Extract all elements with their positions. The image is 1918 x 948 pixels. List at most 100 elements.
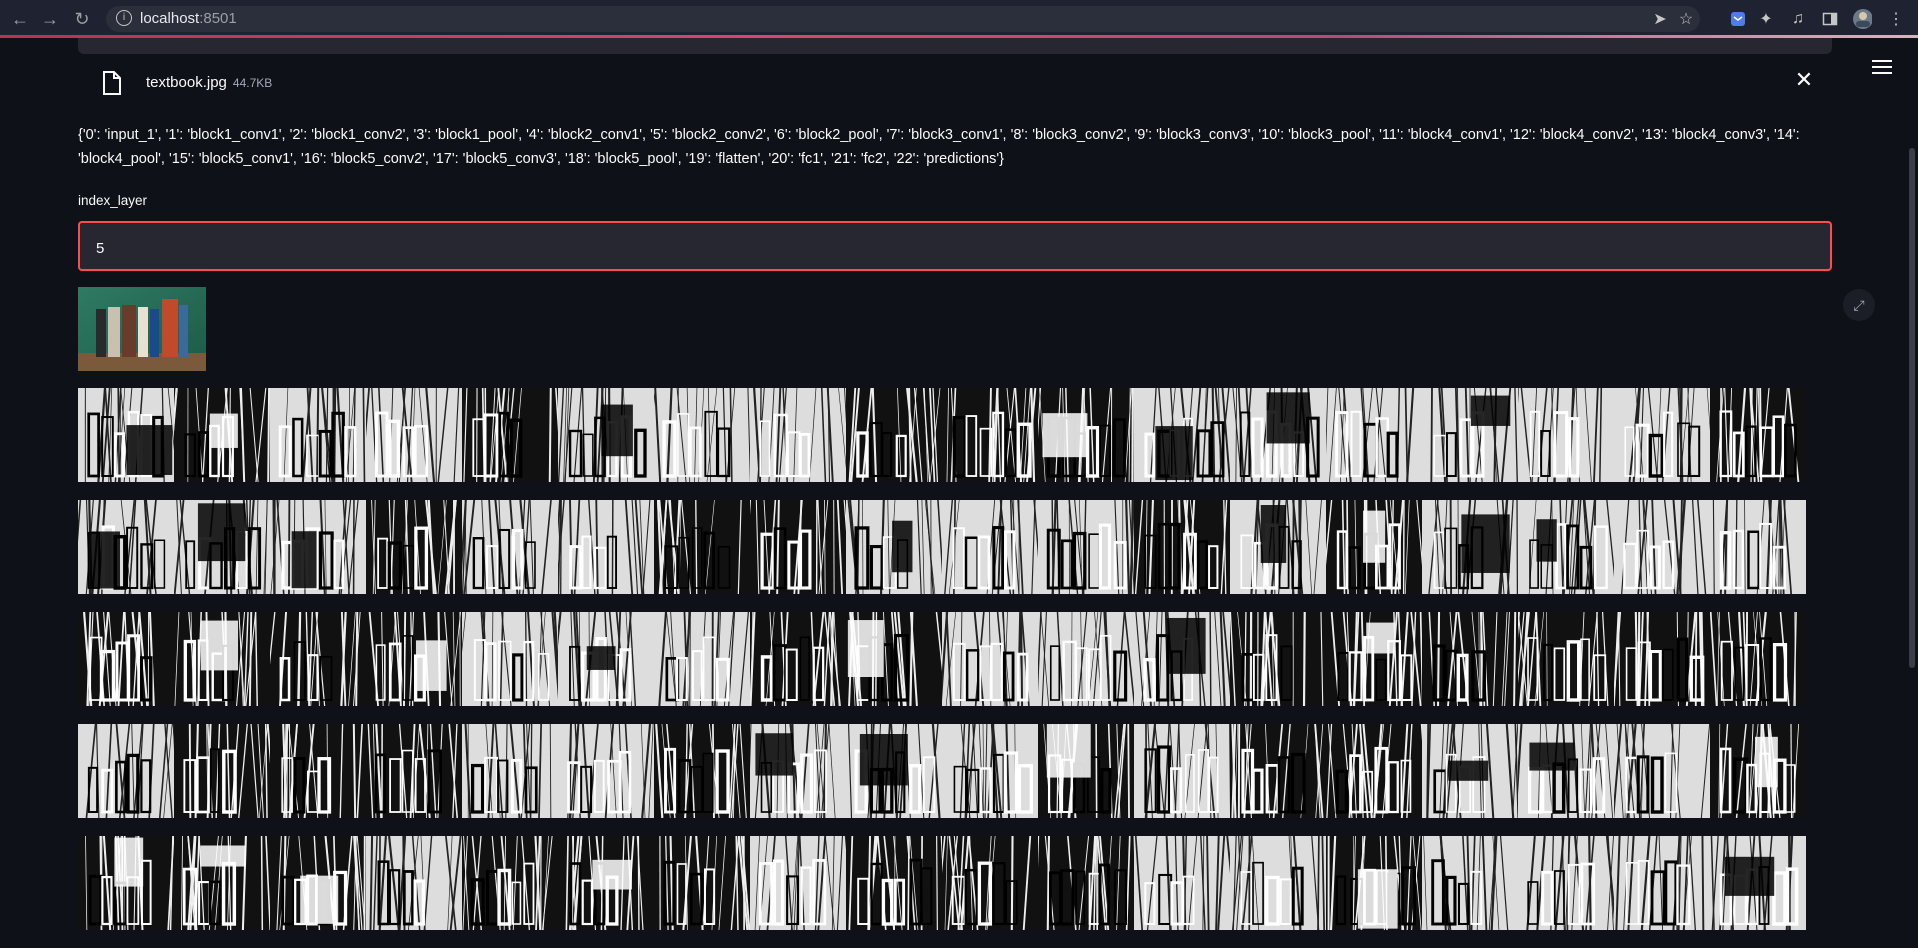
feature-map-cell: [558, 612, 654, 706]
feature-map-cell: [750, 724, 846, 818]
feature-map-cell: [1134, 500, 1230, 594]
profile-avatar[interactable]: [1852, 9, 1872, 29]
feature-map-cell: [1038, 836, 1134, 930]
feature-map-cell: [1614, 612, 1710, 706]
feature-map-cell: [78, 836, 174, 930]
feature-map-cell: [1326, 612, 1422, 706]
feature-map-cell: [1422, 388, 1518, 482]
feature-map-cell: [942, 612, 1038, 706]
feature-map-cell: [1230, 388, 1326, 482]
index-layer-input[interactable]: [94, 235, 1798, 261]
feature-map-cell: [462, 836, 558, 930]
feature-map-cell: [174, 724, 270, 818]
back-icon[interactable]: ←: [10, 9, 30, 29]
feature-map-cell: [78, 724, 174, 818]
main-menu-icon[interactable]: [1872, 60, 1892, 76]
layers-dict-text: {'0': 'input_1', '1': 'block1_conv1', '2…: [78, 123, 1838, 171]
feature-map-cell: [1134, 612, 1230, 706]
feature-map-cell: [846, 388, 942, 482]
feature-map-cell: [654, 724, 750, 818]
feature-map-cell: [558, 836, 654, 930]
feature-map-row: [78, 500, 1806, 594]
feature-map-cell: [1614, 724, 1710, 818]
feature-map-cell: [846, 612, 942, 706]
feature-map-cell: [1230, 836, 1326, 930]
feature-map-cell: [174, 612, 270, 706]
kebab-menu-icon[interactable]: ⋮: [1886, 9, 1906, 29]
feature-map-cell: [1422, 500, 1518, 594]
file-icon: [102, 71, 122, 95]
feature-map-cell: [750, 836, 846, 930]
feature-map-cell: [942, 500, 1038, 594]
extension-shield-icon[interactable]: [1728, 9, 1748, 29]
file-size: 44.7KB: [233, 76, 272, 90]
feature-map-cell: [558, 724, 654, 818]
site-info-icon[interactable]: i: [116, 10, 132, 26]
file-name: textbook.jpg44.7KB: [146, 74, 272, 91]
feature-map-cell: [462, 388, 558, 482]
feature-map-cell: [654, 836, 750, 930]
feature-map-cell: [1230, 500, 1326, 594]
feature-map-cell: [462, 612, 558, 706]
dropzone-strip: [78, 38, 1832, 54]
feature-map-cell: [1038, 500, 1134, 594]
feature-map-cell: [654, 500, 750, 594]
feature-map-cell: [78, 612, 174, 706]
feature-map-cell: [366, 612, 462, 706]
feature-map-cell: [1230, 724, 1326, 818]
feature-map-cell: [78, 500, 174, 594]
forward-icon[interactable]: →: [40, 9, 60, 29]
feature-map-cell: [174, 388, 270, 482]
feature-map-grid: [78, 388, 1806, 948]
feature-map-cell: [558, 500, 654, 594]
feature-map-cell: [1710, 836, 1806, 930]
feature-map-cell: [942, 388, 1038, 482]
feature-map-cell: [1710, 724, 1806, 818]
feature-map-cell: [1038, 388, 1134, 482]
remove-file-button[interactable]: ✕: [1793, 70, 1815, 92]
feature-map-cell: [846, 836, 942, 930]
feature-map-cell: [1038, 612, 1134, 706]
feature-map-cell: [1614, 836, 1710, 930]
bookmark-star-icon[interactable]: ☆: [1676, 9, 1696, 29]
feature-map-cell: [1326, 836, 1422, 930]
feature-map-cell: [1326, 388, 1422, 482]
feature-map-cell: [462, 500, 558, 594]
feature-map-cell: [1038, 724, 1134, 818]
feature-map-cell: [750, 612, 846, 706]
feature-map-row: [78, 724, 1806, 818]
feature-map-cell: [1518, 724, 1614, 818]
feature-map-cell: [366, 500, 462, 594]
address-bar[interactable]: i localhost:8501 ➤ ☆: [106, 6, 1700, 32]
index-layer-input-box[interactable]: [78, 221, 1832, 271]
feature-map-cell: [1230, 612, 1326, 706]
feature-map-cell: [462, 724, 558, 818]
scrollbar-thumb[interactable]: [1909, 148, 1915, 668]
feature-map-cell: [846, 724, 942, 818]
feature-map-cell: [558, 388, 654, 482]
scrollbar[interactable]: [1906, 38, 1918, 940]
feature-map-cell: [1422, 836, 1518, 930]
extensions-puzzle-icon[interactable]: ✦: [1756, 9, 1776, 29]
feature-map-cell: [270, 500, 366, 594]
feature-map-cell: [1422, 724, 1518, 818]
reload-icon[interactable]: ↻: [72, 9, 92, 29]
side-panel-icon[interactable]: [1820, 9, 1840, 29]
feature-map-cell: [942, 836, 1038, 930]
feature-map-cell: [1326, 500, 1422, 594]
send-icon[interactable]: ➤: [1650, 9, 1670, 29]
browser-toolbar: ← → ↻ i localhost:8501 ➤ ☆ ✦ ♫ ⋮: [0, 0, 1918, 38]
feature-map-cell: [1518, 612, 1614, 706]
index-layer-label: index_layer: [78, 193, 147, 208]
feature-map-row: [78, 612, 1806, 706]
fullscreen-icon[interactable]: ⤢: [1843, 289, 1875, 321]
media-control-icon[interactable]: ♫: [1788, 9, 1808, 29]
feature-map-cell: [654, 612, 750, 706]
url-text: localhost:8501: [140, 10, 237, 27]
feature-map-cell: [1518, 388, 1614, 482]
feature-map-row: [78, 836, 1806, 930]
uploaded-file-row: textbook.jpg44.7KB ✕: [78, 60, 1832, 104]
feature-map-cell: [846, 500, 942, 594]
original-image: [78, 287, 206, 371]
feature-map-cell: [270, 612, 366, 706]
